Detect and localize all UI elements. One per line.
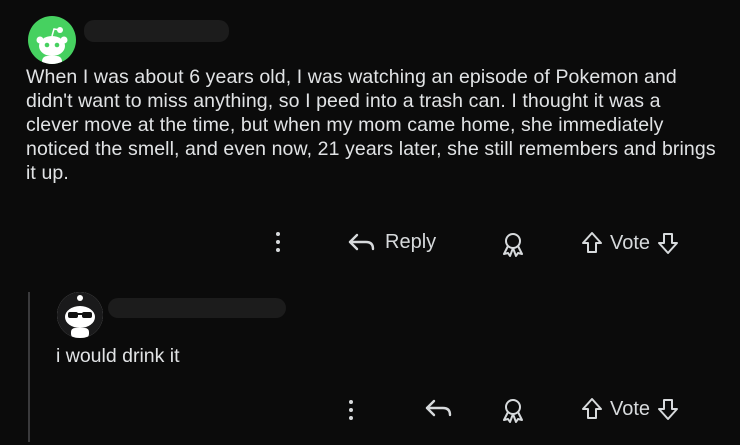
more-vertical-icon (275, 232, 281, 252)
snoo-sunglasses-avatar-icon (57, 292, 103, 338)
reply-label: Reply (385, 230, 437, 253)
snoo-avatar-icon (36, 27, 68, 64)
thread-line[interactable] (28, 292, 30, 442)
reply-award-button[interactable] (499, 396, 527, 424)
redacted-username (84, 20, 229, 42)
upvote-icon[interactable] (580, 396, 604, 422)
reply-arrow-icon (348, 233, 375, 251)
reply-reply-button[interactable] (424, 396, 454, 420)
reply-arrow-icon (425, 399, 452, 417)
downvote-icon[interactable] (656, 230, 680, 256)
vote-label: Vote (610, 397, 651, 420)
comment-reply-button[interactable]: Reply (347, 230, 436, 254)
upvote-icon[interactable] (580, 230, 604, 256)
more-vertical-icon (348, 400, 354, 420)
comment-award-button[interactable] (499, 230, 527, 258)
comment-vote-control: Vote (580, 230, 680, 256)
reply-avatar[interactable] (57, 292, 103, 338)
reply-vote-control: Vote (580, 396, 680, 422)
comment-more-button[interactable] (275, 232, 281, 252)
redacted-username (108, 298, 286, 318)
comment-avatar[interactable] (28, 16, 76, 64)
award-icon (503, 399, 523, 423)
reply-body: i would drink it (56, 345, 180, 367)
vote-label: Vote (610, 231, 651, 254)
comment-body: When I was about 6 years old, I was watc… (26, 66, 716, 184)
reply-more-button[interactable] (348, 400, 354, 420)
award-icon (503, 233, 523, 257)
downvote-icon[interactable] (656, 396, 680, 422)
